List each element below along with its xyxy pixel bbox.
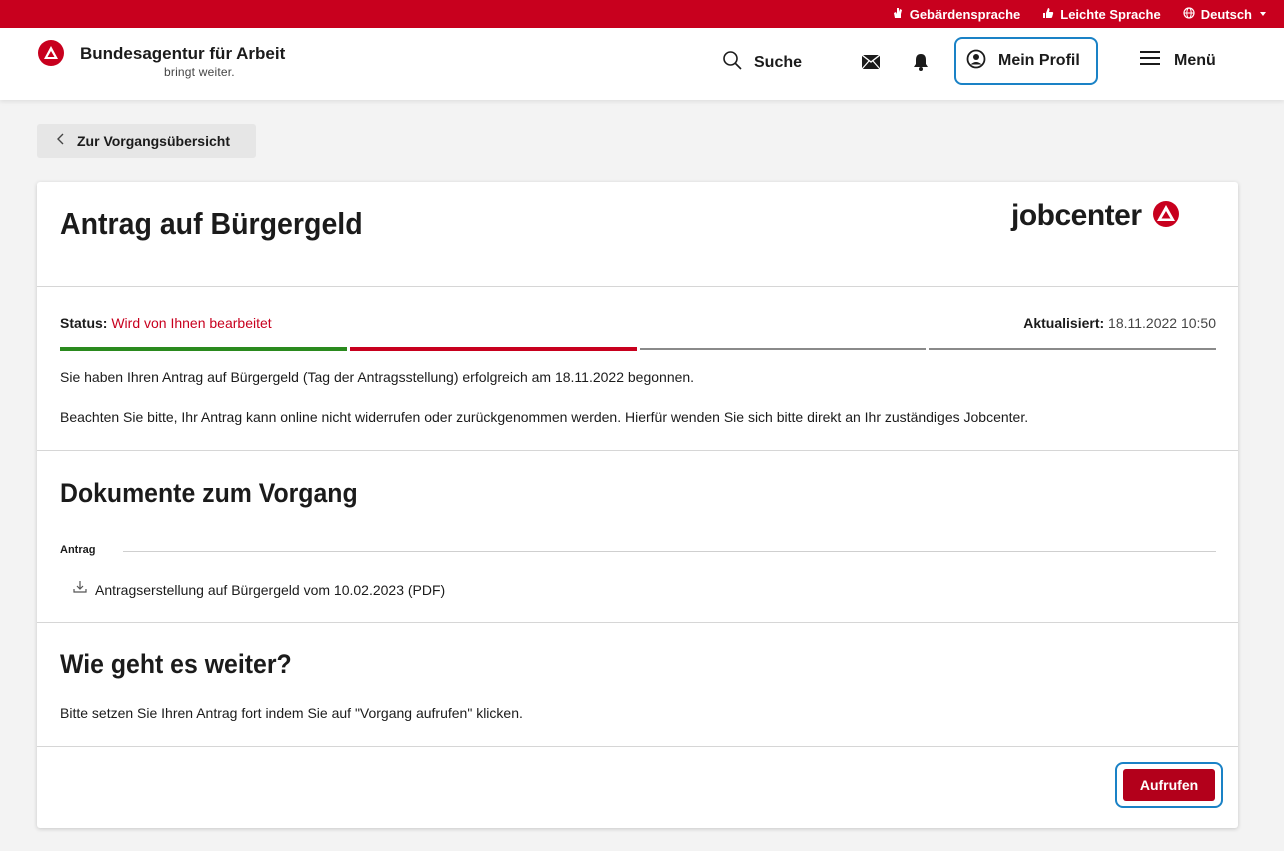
my-profile-label: Mein Profil (998, 52, 1080, 69)
user-circle-icon (966, 49, 986, 74)
next-steps-heading: Wie geht es weiter? (60, 649, 292, 679)
status-key: Status: (60, 315, 108, 331)
back-label: Zur Vorgangsübersicht (77, 133, 230, 149)
chevron-down-icon (1258, 7, 1268, 22)
progress-step-pending (929, 348, 1216, 350)
info-started: Sie haben Ihren Antrag auf Bürgergeld (T… (60, 369, 695, 385)
updated-key: Aktualisiert: (1023, 315, 1105, 331)
messages-button[interactable] (861, 54, 881, 74)
jobcenter-wordmark: jobcenter (1011, 199, 1142, 232)
status-line: Status: Wird von Ihnen bearbeitet (60, 315, 272, 331)
my-profile-button[interactable]: Mein Profil (954, 37, 1098, 85)
open-application-button[interactable]: Aufrufen (1123, 769, 1215, 801)
thumbs-up-icon (1042, 7, 1054, 22)
brand-tagline: bringt weiter. (164, 65, 235, 79)
documents-group-label: Antrag (60, 544, 96, 556)
document-link-label: Antragserstellung auf Bürgergeld vom 10.… (95, 581, 446, 598)
download-icon (73, 580, 87, 599)
utility-bar: Gebärdensprache Leichte Sprache Deutsch (0, 0, 1284, 28)
section-divider (37, 450, 1238, 451)
page-title: Antrag auf Bürgergeld (60, 206, 363, 241)
section-divider (37, 622, 1238, 623)
jobcenter-logo-icon (1152, 200, 1180, 233)
hand-icon (892, 7, 904, 22)
language-label: Deutsch (1200, 6, 1252, 22)
document-download-link[interactable]: Antragserstellung auf Bürgergeld vom 10.… (73, 580, 445, 599)
bell-icon (914, 54, 928, 75)
easy-language-link[interactable]: Leichte Sprache (1042, 6, 1161, 22)
brand-name[interactable]: Bundesagentur für Arbeit (80, 44, 285, 64)
menu-button[interactable]: Menü (1140, 50, 1216, 71)
next-steps-text: Bitte setzen Sie Ihren Antrag fort indem… (60, 705, 523, 721)
updated-line: Aktualisiert: 18.11.2022 10:50 (1023, 315, 1216, 331)
globe-icon (1183, 6, 1195, 22)
search-button[interactable]: Suche (722, 50, 802, 75)
documents-group-divider (123, 551, 1216, 552)
site-header: Bundesagentur für Arbeit bringt weiter. … (0, 28, 1284, 100)
section-divider (37, 286, 1238, 287)
info-withdraw-notice: Beachten Sie bitte, Ihr Antrag kann onli… (60, 409, 1029, 425)
ba-logo-icon[interactable] (38, 40, 64, 66)
search-icon (722, 50, 742, 75)
updated-value: 18.11.2022 10:50 (1108, 315, 1216, 331)
easy-language-label: Leichte Sprache (1060, 6, 1161, 22)
progress-step-pending (639, 348, 927, 350)
application-card: Antrag auf Bürgergeld jobcenter Status: … (37, 182, 1238, 828)
notifications-button[interactable] (914, 53, 928, 76)
progress-step-completed (60, 347, 347, 351)
hamburger-icon (1140, 50, 1160, 71)
sign-language-label: Gebärdensprache (909, 6, 1021, 22)
section-divider (37, 746, 1238, 747)
sign-language-link[interactable]: Gebärdensprache (892, 6, 1021, 22)
menu-label: Menü (1174, 51, 1216, 69)
status-value: Wird von Ihnen bearbeitet (111, 315, 272, 331)
envelope-icon (861, 54, 881, 73)
search-label: Suche (754, 53, 803, 71)
documents-heading: Dokumente zum Vorgang (60, 478, 358, 508)
progress-bar (60, 347, 1216, 351)
jobcenter-logo: jobcenter (1011, 199, 1180, 233)
chevron-left-icon (57, 132, 65, 150)
back-to-overview-button[interactable]: Zur Vorgangsübersicht (37, 124, 256, 158)
call-button-focus-ring: Aufrufen (1115, 762, 1223, 808)
language-selector[interactable]: Deutsch (1183, 7, 1268, 22)
progress-step-current (349, 347, 637, 351)
